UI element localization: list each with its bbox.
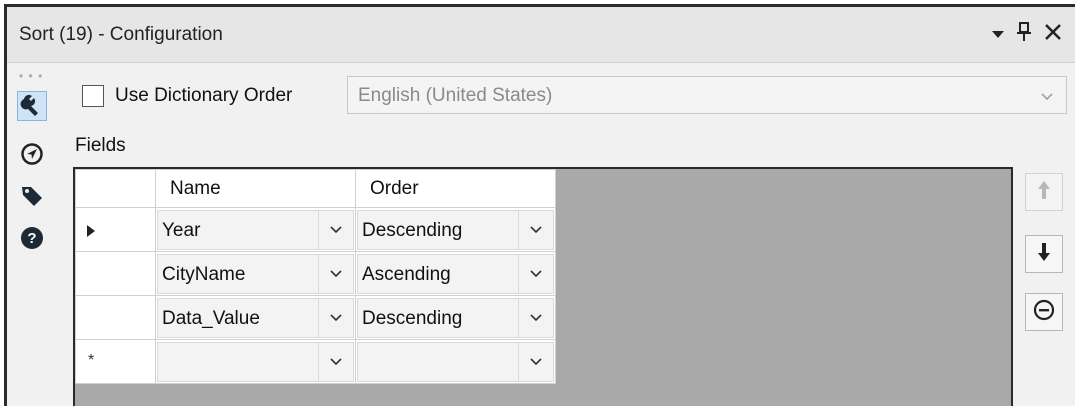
compass-icon xyxy=(20,142,44,171)
tag-icon xyxy=(20,184,44,213)
sidebar-item-help[interactable]: ? xyxy=(17,225,47,255)
language-select-value: English (United States) xyxy=(358,85,553,106)
order-cell[interactable] xyxy=(355,339,556,384)
name-dropdown[interactable]: Data_Value xyxy=(157,297,354,338)
language-select[interactable]: English (United States) xyxy=(347,76,1067,114)
order-value: Descending xyxy=(362,307,463,329)
chevron-down-icon[interactable] xyxy=(318,342,353,381)
row-selector[interactable] xyxy=(75,295,156,340)
chevron-down-icon[interactable] xyxy=(318,298,353,337)
name-value: CityName xyxy=(162,263,246,285)
order-cell[interactable]: Descending xyxy=(355,295,556,340)
order-dropdown[interactable]: Descending xyxy=(357,209,554,250)
column-header-order[interactable]: Order xyxy=(355,169,556,208)
name-dropdown[interactable]: CityName xyxy=(157,253,354,294)
window-title: Sort (19) - Configuration xyxy=(19,24,223,45)
name-dropdown[interactable]: Year xyxy=(157,209,354,250)
table-row-new[interactable]: * xyxy=(75,339,556,384)
table-row[interactable]: Data_Value Descending xyxy=(75,295,556,340)
chevron-down-icon xyxy=(1040,89,1054,107)
title-bar-controls xyxy=(991,21,1063,49)
name-dropdown[interactable] xyxy=(157,341,354,382)
name-cell[interactable] xyxy=(155,339,356,384)
name-cell[interactable]: Year xyxy=(155,207,356,252)
move-up-button[interactable] xyxy=(1025,173,1063,211)
fields-grid: Name Order Year Descending CityName Asce… xyxy=(73,167,1013,406)
title-bar: Sort (19) - Configuration xyxy=(7,7,1075,63)
order-cell[interactable]: Ascending xyxy=(355,251,556,296)
fields-label: Fields xyxy=(75,135,126,156)
arrow-down-icon xyxy=(1036,241,1052,268)
close-icon[interactable] xyxy=(1043,22,1063,48)
triangle-down-icon[interactable] xyxy=(991,23,1005,47)
arrow-up-icon xyxy=(1036,179,1052,206)
chevron-down-icon[interactable] xyxy=(318,254,353,293)
chevron-down-icon[interactable] xyxy=(518,342,553,381)
order-value: Descending xyxy=(362,219,463,241)
pin-icon[interactable] xyxy=(1015,21,1033,49)
remove-row-button[interactable] xyxy=(1025,293,1063,331)
help-icon: ? xyxy=(20,226,44,255)
row-selector[interactable] xyxy=(75,207,156,252)
fields-table: Name Order Year Descending CityName Asce… xyxy=(75,169,556,384)
sidebar-item-annotation[interactable] xyxy=(17,183,47,213)
table-row[interactable]: CityName Ascending xyxy=(75,251,556,296)
order-dropdown[interactable]: Ascending xyxy=(357,253,554,294)
order-cell[interactable]: Descending xyxy=(355,207,556,252)
chevron-down-icon[interactable] xyxy=(318,210,353,249)
order-value: Ascending xyxy=(362,263,451,285)
grip-icon: • • • xyxy=(19,69,44,83)
move-down-button[interactable] xyxy=(1025,235,1063,273)
chevron-down-icon[interactable] xyxy=(518,210,553,249)
row-selector[interactable] xyxy=(75,251,156,296)
configuration-panel: Sort (19) - Configuration • • • ? Use Di… xyxy=(4,4,1075,406)
name-cell[interactable]: CityName xyxy=(155,251,356,296)
table-header-row: Name Order xyxy=(75,169,556,208)
name-cell[interactable]: Data_Value xyxy=(155,295,356,340)
new-row-marker: * xyxy=(88,352,95,369)
order-dropdown[interactable] xyxy=(357,341,554,382)
row-selector[interactable]: * xyxy=(75,339,156,384)
chevron-down-icon[interactable] xyxy=(518,298,553,337)
sidebar: • • • ? xyxy=(7,63,65,406)
dictionary-order-label: Use Dictionary Order xyxy=(115,85,293,106)
sidebar-item-configuration[interactable] xyxy=(17,91,47,121)
current-row-icon xyxy=(86,222,96,244)
order-dropdown[interactable]: Descending xyxy=(357,297,554,338)
table-row[interactable]: Year Descending xyxy=(75,207,556,252)
row-header-corner xyxy=(75,169,156,208)
name-value: Year xyxy=(162,219,201,241)
column-header-name[interactable]: Name xyxy=(155,169,356,208)
wrench-icon xyxy=(20,92,44,121)
chevron-down-icon[interactable] xyxy=(518,254,553,293)
svg-text:?: ? xyxy=(27,230,36,247)
dictionary-order-checkbox[interactable] xyxy=(82,85,104,107)
name-value: Data_Value xyxy=(162,307,260,329)
sidebar-item-navigation[interactable] xyxy=(17,141,47,171)
remove-circle-icon xyxy=(1033,299,1055,326)
